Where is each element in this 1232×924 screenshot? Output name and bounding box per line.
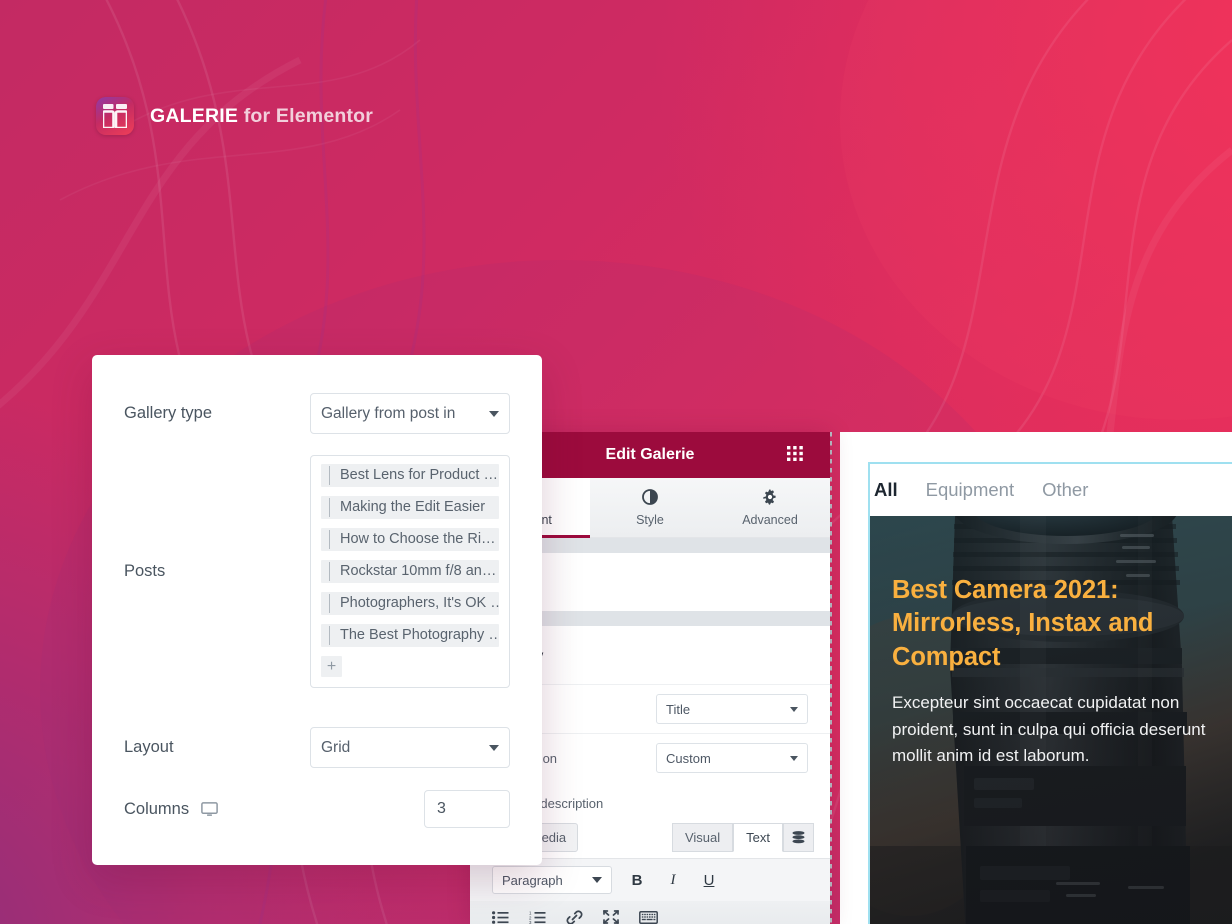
plus-icon[interactable]: + bbox=[321, 656, 342, 677]
list-item[interactable]: Making the Edit Easier bbox=[321, 496, 499, 519]
promo-screenshot: GALERIE for Elementor Edit Galerie Style… bbox=[0, 0, 1232, 924]
apps-grid-icon[interactable] bbox=[787, 446, 804, 466]
layers-icon[interactable] bbox=[783, 823, 814, 852]
paragraph-style-value: Paragraph bbox=[502, 872, 563, 888]
panel-divider bbox=[830, 432, 832, 924]
italic-button[interactable]: I bbox=[662, 869, 684, 891]
columns-value: 3 bbox=[437, 800, 446, 817]
list-item[interactable]: Best Lens for Product … bbox=[321, 464, 499, 487]
brand-name-rest: for Elementor bbox=[238, 104, 374, 127]
wp-editor-tool-bar: 1 2 3 bbox=[470, 901, 830, 924]
bulleted-list-icon[interactable] bbox=[492, 910, 509, 924]
chevron-down-icon bbox=[489, 410, 499, 417]
svg-text:3: 3 bbox=[529, 920, 532, 924]
paragraph-style-select[interactable]: Paragraph bbox=[492, 866, 612, 894]
tab-style[interactable]: Style bbox=[590, 478, 710, 537]
keyboard-shortcuts-icon[interactable] bbox=[639, 910, 658, 924]
gallery-preview-frame: All Equipment Other Best Camera 2021: Mi… bbox=[868, 462, 1232, 924]
edit-panel-title: Edit Galerie bbox=[605, 446, 695, 463]
underline-label: U bbox=[703, 871, 715, 889]
gallery-type-select[interactable]: Gallery from post in bbox=[310, 393, 510, 434]
gallery-card[interactable]: Best Camera 2021: Mirrorless, Instax and… bbox=[870, 516, 1232, 924]
row-gallery-type: Gallery type Gallery from post in bbox=[124, 393, 510, 434]
gallery-preview-region: All Equipment Other Best Camera 2021: Mi… bbox=[840, 432, 1232, 924]
tab-text-label: Text bbox=[746, 830, 770, 845]
monitor-icon[interactable] bbox=[201, 801, 218, 817]
tab-visual[interactable]: Visual bbox=[671, 823, 734, 852]
contrast-half-circle-icon bbox=[642, 488, 658, 508]
gallery-type-value: Gallery from post in bbox=[321, 404, 456, 422]
field-title-select[interactable]: Title bbox=[656, 694, 808, 724]
gallery-card-overlay: Best Camera 2021: Mirrorless, Instax and… bbox=[892, 574, 1212, 770]
tab-advanced[interactable]: Advanced bbox=[710, 478, 830, 537]
filter-other[interactable]: Other bbox=[1042, 479, 1088, 501]
numbered-list-icon[interactable]: 1 2 3 bbox=[529, 910, 546, 924]
field-title-value: Title bbox=[666, 701, 691, 717]
chevron-down-icon bbox=[790, 706, 798, 712]
tab-text[interactable]: Text bbox=[733, 823, 783, 852]
row-columns: Columns 3 bbox=[124, 790, 510, 828]
gallery-grid-logo-icon bbox=[96, 97, 134, 135]
fullscreen-icon[interactable] bbox=[603, 910, 619, 924]
field-description-select[interactable]: Custom bbox=[656, 743, 808, 773]
gallery-card-description: Excepteur sint occaecat cupidatat non pr… bbox=[892, 693, 1206, 766]
editor-view-tabs: Visual Text bbox=[671, 823, 814, 852]
tab-advanced-label: Advanced bbox=[742, 512, 798, 527]
layout-label: Layout bbox=[124, 738, 174, 756]
layout-value: Grid bbox=[321, 738, 351, 756]
list-item[interactable]: How to Choose the Ri… bbox=[321, 528, 499, 551]
posts-label: Posts bbox=[124, 562, 166, 580]
list-item[interactable]: The Best Photography … bbox=[321, 624, 499, 647]
brand-name: GALERIE for Elementor bbox=[150, 105, 373, 128]
italic-label: I bbox=[670, 871, 676, 888]
filter-all[interactable]: All bbox=[874, 479, 898, 501]
bold-button[interactable]: B bbox=[626, 869, 648, 891]
list-item[interactable]: Photographers, It's OK … bbox=[321, 592, 499, 615]
row-layout: Layout Grid bbox=[124, 727, 510, 768]
columns-label: Columns bbox=[124, 799, 190, 818]
row-posts: Posts Best Lens for Product … Making the… bbox=[124, 455, 510, 688]
brand-name-strong: GALERIE bbox=[150, 104, 239, 127]
columns-input[interactable]: 3 bbox=[424, 790, 510, 828]
gallery-type-label: Gallery type bbox=[124, 404, 213, 422]
link-icon[interactable] bbox=[566, 910, 583, 924]
layout-select[interactable]: Grid bbox=[310, 727, 510, 768]
chevron-down-icon bbox=[790, 755, 798, 761]
gear-icon bbox=[762, 488, 778, 508]
posts-list: Best Lens for Product … Making the Edit … bbox=[310, 455, 510, 688]
bold-label: B bbox=[631, 871, 643, 889]
gallery-filter-tabs: All Equipment Other bbox=[870, 464, 1232, 516]
chevron-down-icon bbox=[592, 877, 602, 883]
gallery-settings-card: Gallery type Gallery from post in Posts … bbox=[92, 355, 542, 865]
gallery-card-title: Best Camera 2021: Mirrorless, Instax and… bbox=[892, 576, 1154, 671]
tab-style-label: Style bbox=[636, 512, 664, 527]
filter-equipment[interactable]: Equipment bbox=[926, 479, 1014, 501]
tab-visual-label: Visual bbox=[684, 830, 721, 845]
brand-lockup: GALERIE for Elementor bbox=[96, 97, 373, 135]
field-description-value: Custom bbox=[666, 750, 711, 766]
underline-button[interactable]: U bbox=[698, 869, 720, 891]
chevron-down-icon bbox=[489, 744, 499, 751]
list-item[interactable]: Rockstar 10mm f/8 an… bbox=[321, 560, 499, 583]
